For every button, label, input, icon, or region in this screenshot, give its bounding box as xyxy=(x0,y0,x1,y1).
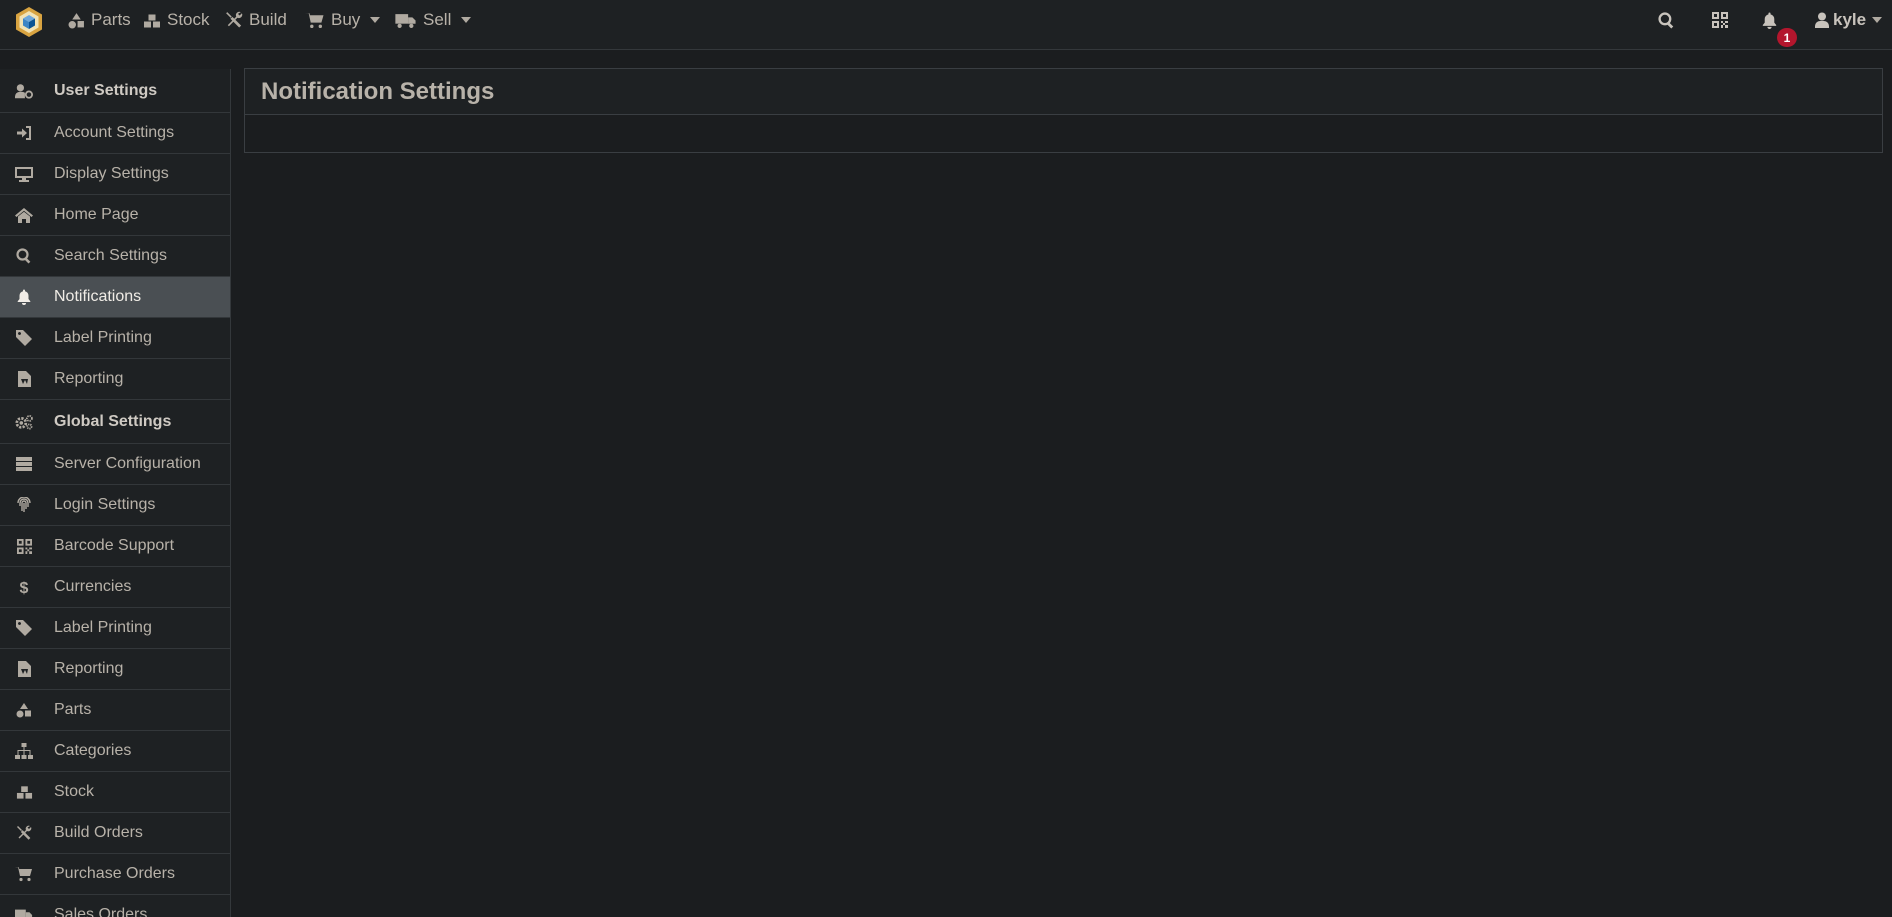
sidebar-item-label: Categories xyxy=(54,742,132,759)
nav-stock-label: Stock xyxy=(167,10,210,29)
qrcode-icon xyxy=(15,537,33,555)
app-logo-icon[interactable] xyxy=(14,6,44,38)
sidebar-item-sales-orders[interactable]: Sales Orders xyxy=(0,895,230,917)
sidebar-item-label: Account Settings xyxy=(54,124,175,141)
qrcode-icon xyxy=(1712,12,1728,28)
sidebar-item-label: Sales Orders xyxy=(54,906,148,917)
sidebar-item-label-printing[interactable]: Label Printing xyxy=(0,318,230,359)
fingerprint-icon xyxy=(15,496,33,514)
top-navbar: Parts Stock Build Buy Sell 1 kyle xyxy=(0,0,1892,50)
sidebar-item-label: Build Orders xyxy=(54,824,143,841)
nav-build-label: Build xyxy=(249,10,287,29)
cogs-icon xyxy=(15,413,33,431)
sidebar-item-label: Server Configuration xyxy=(54,455,201,472)
chevron-down-icon xyxy=(370,17,381,23)
sidebar-header-user-settings: User Settings xyxy=(0,69,230,113)
sidebar-item-label: Parts xyxy=(54,701,92,718)
sidebar-item-label: Display Settings xyxy=(54,165,169,182)
sidebar-item-label: User Settings xyxy=(54,81,158,99)
user-menu-dropdown[interactable]: kyle xyxy=(1815,8,1883,32)
user-cog-icon xyxy=(15,82,33,100)
sidebar-item-label: Home Page xyxy=(54,206,139,223)
shapes-icon xyxy=(68,12,84,28)
nav-parts-label: Parts xyxy=(91,10,131,29)
panel-heading: Notification Settings xyxy=(245,69,1882,115)
sidebar-item-label: Search Settings xyxy=(54,247,167,264)
truck-icon xyxy=(395,13,416,28)
desktop-icon xyxy=(15,165,33,183)
shapes-icon xyxy=(15,701,33,719)
chevron-down-icon xyxy=(461,17,472,23)
search-button[interactable] xyxy=(1658,8,1675,32)
sidebar-item-label: Label Printing xyxy=(54,619,152,636)
shopping-cart-icon xyxy=(305,12,324,28)
nav-build[interactable]: Build xyxy=(225,8,287,32)
sidebar-item-build-orders[interactable]: Build Orders xyxy=(0,813,230,854)
sidebar-item-barcode-support[interactable]: Barcode Support xyxy=(0,526,230,567)
bell-icon xyxy=(1762,12,1777,29)
svg-text:$: $ xyxy=(20,580,29,595)
server-icon xyxy=(15,455,33,473)
sidebar-item-parts[interactable]: Parts xyxy=(0,690,230,731)
sidebar-item-search-settings[interactable]: Search Settings xyxy=(0,236,230,277)
boxes-icon xyxy=(144,14,160,27)
tag-icon xyxy=(15,329,33,347)
sidebar-item-stock[interactable]: Stock xyxy=(0,772,230,813)
sitemap-icon xyxy=(15,742,33,760)
sidebar-item-reporting-global[interactable]: Reporting xyxy=(0,649,230,690)
chevron-down-icon xyxy=(1872,17,1883,23)
nav-sell-label: Sell xyxy=(423,10,452,29)
notifications-button[interactable] xyxy=(1762,8,1777,32)
page-title: Notification Settings xyxy=(261,77,495,105)
sidebar-item-home-page[interactable]: Home Page xyxy=(0,195,230,236)
sign-in-icon xyxy=(15,124,33,142)
sidebar-item-login-settings[interactable]: Login Settings xyxy=(0,485,230,526)
sidebar-item-label: Purchase Orders xyxy=(54,865,175,882)
sidebar-item-label: Stock xyxy=(54,783,95,800)
nav-buy-label: Buy xyxy=(331,10,361,29)
home-icon xyxy=(15,206,33,224)
sidebar-item-reporting[interactable]: Reporting xyxy=(0,359,230,400)
shopping-cart-icon xyxy=(15,865,33,883)
sidebar-item-label: Global Settings xyxy=(54,412,172,430)
bell-icon xyxy=(15,288,33,306)
nav-sell-dropdown[interactable]: Sell xyxy=(395,8,472,32)
tools-icon xyxy=(15,824,33,842)
dollar-icon: $ xyxy=(15,578,33,596)
sidebar-item-label: Notifications xyxy=(54,288,142,305)
sidebar-item-label: Reporting xyxy=(54,660,124,677)
sidebar-item-account-settings[interactable]: Account Settings xyxy=(0,113,230,154)
sidebar-header-global-settings: Global Settings xyxy=(0,400,230,444)
sidebar-item-label: Currencies xyxy=(54,578,132,595)
sidebar-item-notifications[interactable]: Notifications xyxy=(0,277,230,318)
sidebar-item-purchase-orders[interactable]: Purchase Orders xyxy=(0,854,230,895)
sidebar-item-label: Barcode Support xyxy=(54,537,175,554)
notification-count-badge: 1 xyxy=(1777,28,1797,47)
file-pdf-icon xyxy=(15,370,33,388)
tools-icon xyxy=(226,11,243,28)
settings-sidebar: User Settings Account Settings Display S… xyxy=(0,69,231,917)
sidebar-item-label: Reporting xyxy=(54,370,124,387)
barcode-scan-button[interactable] xyxy=(1712,8,1728,32)
nav-parts[interactable]: Parts xyxy=(68,8,131,32)
sidebar-item-display-settings[interactable]: Display Settings xyxy=(0,154,230,195)
user-icon xyxy=(1815,12,1829,28)
nav-buy-dropdown[interactable]: Buy xyxy=(305,8,381,32)
boxes-icon xyxy=(15,783,33,801)
sidebar-item-server-configuration[interactable]: Server Configuration xyxy=(0,444,230,485)
search-icon xyxy=(1658,11,1674,29)
nav-stock[interactable]: Stock xyxy=(143,8,210,32)
truck-icon xyxy=(15,906,33,917)
notification-settings-panel: Notification Settings xyxy=(244,68,1883,153)
sidebar-item-label: Login Settings xyxy=(54,496,156,513)
tag-icon xyxy=(15,619,33,637)
file-pdf-icon xyxy=(15,660,33,678)
search-icon xyxy=(15,247,33,265)
sidebar-item-label: Label Printing xyxy=(54,329,152,346)
sidebar-item-categories[interactable]: Categories xyxy=(0,731,230,772)
user-name: kyle xyxy=(1833,10,1867,29)
sidebar-item-label-printing-global[interactable]: Label Printing xyxy=(0,608,230,649)
sidebar-item-currencies[interactable]: $ Currencies xyxy=(0,567,230,608)
